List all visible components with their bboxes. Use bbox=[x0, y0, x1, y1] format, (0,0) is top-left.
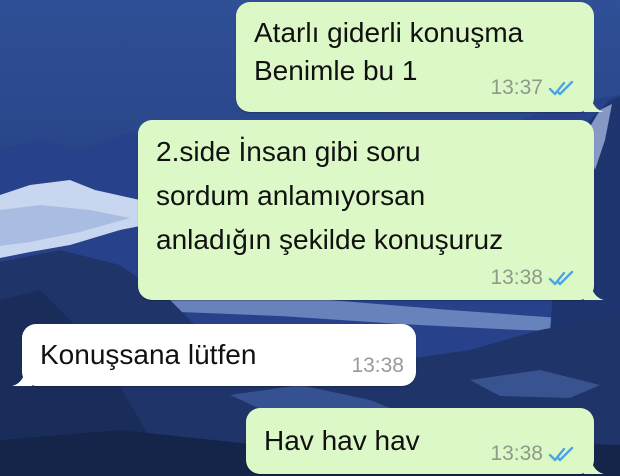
bubble-tail bbox=[584, 282, 604, 300]
bubble-tail bbox=[12, 368, 32, 386]
outgoing-message[interactable]: Hav hav hav 13:38 bbox=[246, 408, 604, 474]
outgoing-message[interactable]: 2.side İnsan gibi soru sordum anlamıyors… bbox=[138, 120, 604, 300]
message-time: 13:38 bbox=[351, 354, 404, 377]
incoming-message[interactable]: Konuşsana lütfen 13:38 bbox=[12, 324, 416, 386]
bubble-tail bbox=[584, 94, 604, 112]
message-time: 13:38 bbox=[490, 266, 543, 289]
message-text: 2.side İnsan gibi soru sordum anlamıyors… bbox=[156, 130, 503, 262]
message-meta: 13:38 bbox=[490, 266, 576, 290]
message-meta: 13:38 bbox=[351, 354, 404, 378]
message-meta: 13:37 bbox=[490, 76, 576, 100]
message-line: Atarlı giderli konuşma bbox=[254, 17, 524, 48]
message-text: Atarlı giderli konuşma Benimle bu 1 bbox=[254, 14, 523, 90]
message-line: Hav hav hav bbox=[264, 425, 420, 456]
double-check-icon bbox=[548, 270, 574, 286]
outgoing-message[interactable]: Atarlı giderli konuşma Benimle bu 1 13:3… bbox=[236, 2, 604, 112]
message-time: 13:37 bbox=[490, 76, 543, 99]
double-check-icon bbox=[548, 446, 574, 462]
message-time: 13:38 bbox=[490, 442, 543, 465]
message-line: Benimle bu 1 bbox=[254, 55, 418, 86]
bubble-tail bbox=[584, 456, 604, 474]
message-line: 2.side İnsan gibi soru bbox=[156, 136, 421, 167]
message-line: Konuşsana lütfen bbox=[40, 339, 257, 370]
message-line: sordum anlamıyorsan bbox=[156, 180, 426, 211]
message-text: Konuşsana lütfen bbox=[40, 336, 256, 374]
message-text: Hav hav hav bbox=[264, 422, 420, 460]
message-meta: 13:38 bbox=[490, 442, 576, 466]
message-line: anladığın şekilde konuşuruz bbox=[156, 224, 504, 255]
double-check-icon bbox=[548, 80, 574, 96]
